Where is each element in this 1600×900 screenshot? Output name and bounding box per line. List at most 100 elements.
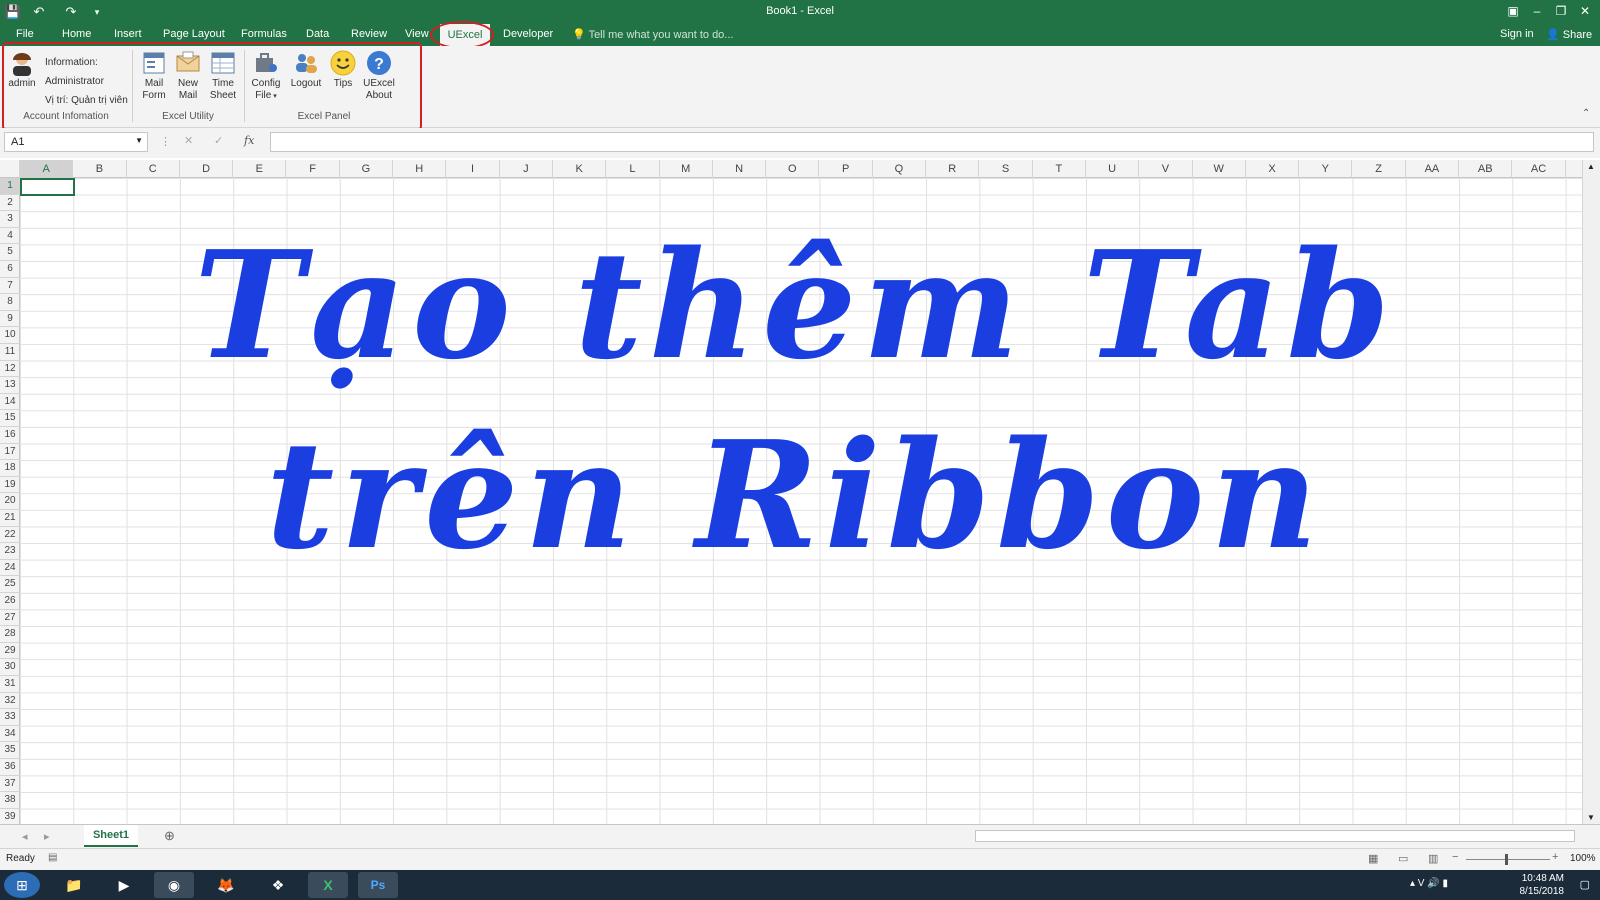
collapse-ribbon-icon[interactable]: ⌃ bbox=[1582, 108, 1590, 119]
column-header[interactable]: AB bbox=[1459, 160, 1513, 178]
new-mail-button[interactable]: New Mail bbox=[172, 50, 204, 102]
formula-input[interactable] bbox=[270, 132, 1594, 152]
column-header[interactable]: C bbox=[127, 160, 180, 178]
column-header[interactable]: R bbox=[926, 160, 980, 178]
column-header[interactable]: W bbox=[1193, 160, 1246, 178]
row-header[interactable]: 2 bbox=[0, 195, 20, 212]
row-header[interactable]: 27 bbox=[0, 610, 20, 627]
column-header[interactable]: O bbox=[766, 160, 820, 178]
column-header[interactable]: B bbox=[73, 160, 127, 178]
row-header[interactable]: 24 bbox=[0, 560, 20, 577]
minimize-button[interactable]: – bbox=[1526, 2, 1548, 20]
chevron-down-icon[interactable]: ▼ bbox=[135, 136, 143, 145]
column-header[interactable]: X bbox=[1246, 160, 1300, 178]
column-header[interactable]: F bbox=[287, 160, 340, 178]
row-header[interactable]: 23 bbox=[0, 543, 20, 560]
tab-data[interactable]: Data bbox=[306, 28, 329, 40]
row-header[interactable]: 15 bbox=[0, 410, 20, 427]
column-header[interactable]: Y bbox=[1299, 160, 1353, 178]
row-header[interactable]: 17 bbox=[0, 444, 20, 461]
row-header[interactable]: 28 bbox=[0, 626, 20, 643]
taskbar-clock[interactable]: 10:48 AM 8/15/2018 bbox=[1520, 872, 1565, 898]
row-header[interactable]: 6 bbox=[0, 261, 20, 278]
close-button[interactable]: ✕ bbox=[1574, 2, 1596, 20]
restore-button[interactable]: ❐ bbox=[1550, 2, 1572, 20]
start-button-icon[interactable]: ⊞ bbox=[4, 872, 40, 898]
page-layout-view-icon[interactable]: ▭ bbox=[1398, 852, 1408, 865]
page-break-view-icon[interactable]: ▥ bbox=[1428, 852, 1438, 865]
row-header[interactable]: 5 bbox=[0, 244, 20, 261]
config-file-button[interactable]: Config File ▾ bbox=[248, 50, 284, 103]
sign-in-link[interactable]: Sign in bbox=[1500, 28, 1534, 40]
row-header[interactable]: 3 bbox=[0, 211, 20, 228]
share-button[interactable]: 👤 Share bbox=[1546, 28, 1592, 41]
row-header[interactable]: 32 bbox=[0, 693, 20, 710]
excel-taskbar-icon[interactable]: X bbox=[308, 872, 348, 898]
row-header[interactable]: 31 bbox=[0, 676, 20, 693]
column-header[interactable]: U bbox=[1086, 160, 1140, 178]
row-header[interactable]: 22 bbox=[0, 527, 20, 544]
row-header[interactable]: 11 bbox=[0, 344, 20, 361]
column-header[interactable]: N bbox=[713, 160, 767, 178]
row-header[interactable]: 4 bbox=[0, 228, 20, 245]
file-explorer-icon[interactable]: 📁 bbox=[54, 872, 94, 898]
row-header[interactable]: 16 bbox=[0, 427, 20, 444]
row-header[interactable]: 14 bbox=[0, 394, 20, 411]
tell-me-box[interactable]: 💡 Tell me what you want to do... bbox=[572, 28, 733, 41]
tab-insert[interactable]: Insert bbox=[114, 28, 142, 40]
time-sheet-button[interactable]: Time Sheet bbox=[206, 50, 240, 102]
tab-page-layout[interactable]: Page Layout bbox=[163, 28, 225, 40]
horizontal-scrollbar[interactable] bbox=[975, 830, 1575, 842]
row-header[interactable]: 20 bbox=[0, 493, 20, 510]
row-header[interactable]: 37 bbox=[0, 776, 20, 793]
row-header[interactable]: 33 bbox=[0, 709, 20, 726]
column-header[interactable]: Z bbox=[1353, 160, 1406, 178]
row-header[interactable]: 34 bbox=[0, 726, 20, 743]
column-header[interactable]: AC bbox=[1512, 160, 1566, 178]
tab-home[interactable]: Home bbox=[62, 28, 91, 40]
zoom-slider-thumb[interactable] bbox=[1505, 854, 1508, 865]
select-all-corner[interactable] bbox=[0, 160, 20, 178]
enter-icon[interactable]: ✓ bbox=[214, 134, 223, 147]
row-header[interactable]: 18 bbox=[0, 460, 20, 477]
column-header[interactable]: K bbox=[553, 160, 607, 178]
sheet-tab-sheet1[interactable]: Sheet1 bbox=[84, 825, 138, 847]
column-header[interactable]: S bbox=[979, 160, 1033, 178]
row-header[interactable]: 29 bbox=[0, 643, 20, 660]
zoom-level[interactable]: 100% bbox=[1570, 853, 1596, 864]
row-header[interactable]: 39 bbox=[0, 809, 20, 826]
tips-button[interactable]: Tips bbox=[328, 50, 358, 90]
row-header[interactable]: 7 bbox=[0, 278, 20, 295]
column-header[interactable]: M bbox=[660, 160, 713, 178]
tab-view[interactable]: View bbox=[405, 28, 429, 40]
tray-icons[interactable]: ▴ V 🔊 ▮ bbox=[1410, 878, 1448, 889]
row-header[interactable]: 13 bbox=[0, 377, 20, 394]
app-icon[interactable]: ❖ bbox=[258, 872, 298, 898]
vertical-scrollbar[interactable]: ▲ ▼ bbox=[1582, 160, 1600, 824]
mail-form-button[interactable]: Mail Form bbox=[138, 50, 170, 102]
row-header[interactable]: 9 bbox=[0, 311, 20, 328]
name-box[interactable]: A1 ▼ bbox=[4, 132, 148, 152]
cancel-icon[interactable]: ✕ bbox=[184, 134, 193, 147]
media-player-icon[interactable]: ▶ bbox=[104, 872, 144, 898]
row-header[interactable]: 25 bbox=[0, 576, 20, 593]
column-header[interactable]: G bbox=[340, 160, 394, 178]
row-header[interactable]: 21 bbox=[0, 510, 20, 527]
column-header[interactable]: AA bbox=[1406, 160, 1460, 178]
active-cell-a1[interactable] bbox=[20, 178, 75, 196]
admin-button[interactable]: admin bbox=[6, 50, 38, 90]
scroll-up-icon[interactable]: ▲ bbox=[1587, 162, 1595, 171]
column-header[interactable]: L bbox=[606, 160, 660, 178]
column-header[interactable]: H bbox=[393, 160, 447, 178]
notification-icon[interactable]: ▢ bbox=[1580, 878, 1590, 891]
next-sheet-icon[interactable]: ▸ bbox=[44, 830, 50, 843]
column-header[interactable]: J bbox=[500, 160, 553, 178]
tab-file[interactable]: File bbox=[16, 28, 34, 40]
column-header[interactable]: A bbox=[20, 160, 74, 178]
row-header[interactable]: 35 bbox=[0, 742, 20, 759]
row-header[interactable]: 36 bbox=[0, 759, 20, 776]
add-sheet-icon[interactable]: ⊕ bbox=[164, 828, 175, 844]
zoom-out-icon[interactable]: − bbox=[1452, 851, 1458, 863]
row-header[interactable]: 38 bbox=[0, 792, 20, 809]
uexcel-about-button[interactable]: ? UExcel About bbox=[360, 50, 398, 102]
